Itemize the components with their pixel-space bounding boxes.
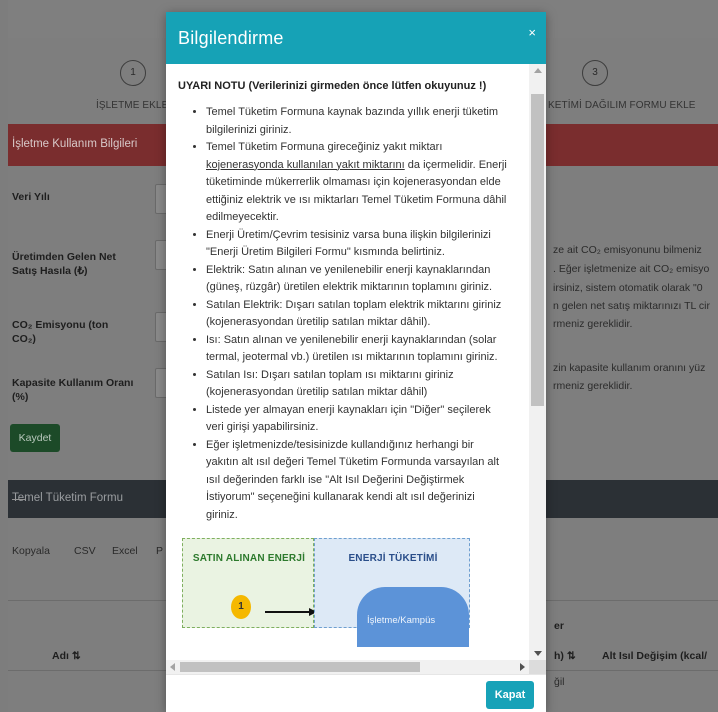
step-3-circle[interactable]: 3: [582, 60, 608, 86]
table-cell: ğil: [554, 676, 565, 688]
form-label-capacity: Kapasite Kullanım Oranı (%): [12, 377, 134, 403]
scroll-down-icon[interactable]: [534, 651, 542, 656]
help-line: zin kapasite kullanım oranını yüz: [553, 362, 706, 374]
underlined-text: kojenerasyonda kullanılan yakıt miktarın…: [206, 158, 405, 171]
section-title: İşletme Kullanım Bilgileri: [12, 138, 138, 150]
notice-title: UYARI NOTU (Verilerinizi girmeden önce l…: [178, 80, 487, 92]
help-line: rmeniz gereklidir.: [553, 318, 633, 330]
csv-button[interactable]: CSV: [74, 545, 96, 557]
vertical-scroll-thumb[interactable]: [531, 94, 544, 406]
step-number-badge: 1: [231, 595, 251, 619]
list-item: Temel Tüketim Formuna gireceğiniz yakıt …: [206, 139, 508, 227]
list-item: Temel Tüketim Formuna kaynak bazında yıl…: [206, 104, 508, 139]
column-header-unit[interactable]: h) ⇅: [554, 650, 576, 662]
scroll-left-icon[interactable]: [170, 663, 175, 671]
horizontal-scrollbar[interactable]: [166, 660, 529, 674]
step-3-label: KETİMİ DAĞILIM FORMU EKLE: [548, 100, 696, 111]
purchased-energy-title: SATIN ALINAN ENERJİ: [192, 553, 306, 564]
modal-header: Bilgilendirme ×: [166, 12, 546, 64]
info-modal: Bilgilendirme × UYARI NOTU (Verilerinizi…: [166, 12, 546, 712]
pdf-button[interactable]: P: [156, 545, 163, 557]
help-line: . Eğer işletmenize ait CO₂ emisyo: [553, 263, 710, 275]
list-item: Eğer işletmenizde/tesisinizde kullandığı…: [206, 437, 508, 525]
save-button[interactable]: Kaydet: [10, 424, 60, 452]
list-item: Listede yer almayan enerji kaynakları iç…: [206, 402, 508, 437]
scroll-right-icon[interactable]: [520, 663, 525, 671]
form-label-co2: CO₂ Emisyonu (ton CO₂): [12, 319, 109, 345]
list-item: Satılan Isı: Dışarı satılan toplam ısı m…: [206, 367, 508, 402]
step-1-label: İŞLETME EKLE: [96, 100, 169, 111]
column-header-lower-heat[interactable]: Alt Isıl Değişim (kcal/: [602, 650, 707, 662]
list-item: Isı: Satın alınan ve yenilenebilir enerj…: [206, 332, 508, 367]
form-label-revenue: Üretimden Gelen Net Satış Hasıla (₺): [12, 251, 116, 277]
arrow-right-icon: [265, 608, 317, 616]
scrollbar-corner: [529, 660, 546, 674]
facility-label: İşletme/Kampüs: [367, 615, 436, 626]
list-item: Enerji Üretim/Çevrim tesisiniz varsa bun…: [206, 227, 508, 262]
help-line: irsiniz, sistem otomatik olarak "0: [553, 282, 703, 294]
modal-scroll-content[interactable]: UYARI NOTU (Verilerinizi girmeden önce l…: [166, 64, 528, 660]
list-item: Elektrik: Satın alınan ve yenilenebilir …: [206, 262, 508, 297]
purchased-energy-panel: SATIN ALINAN ENERJİ 1: [182, 538, 317, 628]
step-1-circle[interactable]: 1: [120, 60, 146, 86]
help-line: ze ait CO₂ emisyonunu bilmeniz: [553, 244, 702, 256]
energy-consumption-title: ENERJİ TÜKETİMİ: [348, 553, 438, 564]
help-line: rmeniz gereklidir.: [553, 380, 633, 392]
energy-consumption-panel: ENERJİ TÜKETİMİ İşletme/Kampüs: [314, 538, 470, 647]
excel-button[interactable]: Excel: [112, 545, 138, 557]
facility-shape: İşletme/Kampüs: [357, 587, 469, 647]
help-line: n gelen net satış miktarınızı TL cir: [553, 300, 710, 312]
energy-diagram: SATIN ALINAN ENERJİ 1 ENERJİ TÜKETİMİ İş…: [182, 538, 470, 647]
modal-title: Bilgilendirme: [178, 28, 284, 48]
list-item: Satılan Elektrik: Dışarı satılan toplam …: [206, 297, 508, 332]
scroll-up-icon[interactable]: [534, 68, 542, 73]
copy-button[interactable]: Kopyala: [12, 545, 50, 557]
form-label-year: Veri Yılı: [12, 191, 50, 203]
modal-body: UYARI NOTU (Verilerinizi girmeden önce l…: [166, 64, 546, 674]
vertical-scrollbar[interactable]: [529, 64, 546, 660]
notice-list: Temel Tüketim Formuna kaynak bazında yıl…: [178, 104, 508, 524]
column-header-name[interactable]: Adı ⇅: [52, 650, 81, 662]
close-button[interactable]: Kapat: [486, 681, 534, 709]
modal-footer: Kapat: [166, 674, 546, 712]
horizontal-scroll-thumb[interactable]: [180, 662, 420, 672]
column-header-unit-top: er: [554, 620, 564, 632]
close-icon[interactable]: ×: [528, 25, 536, 40]
